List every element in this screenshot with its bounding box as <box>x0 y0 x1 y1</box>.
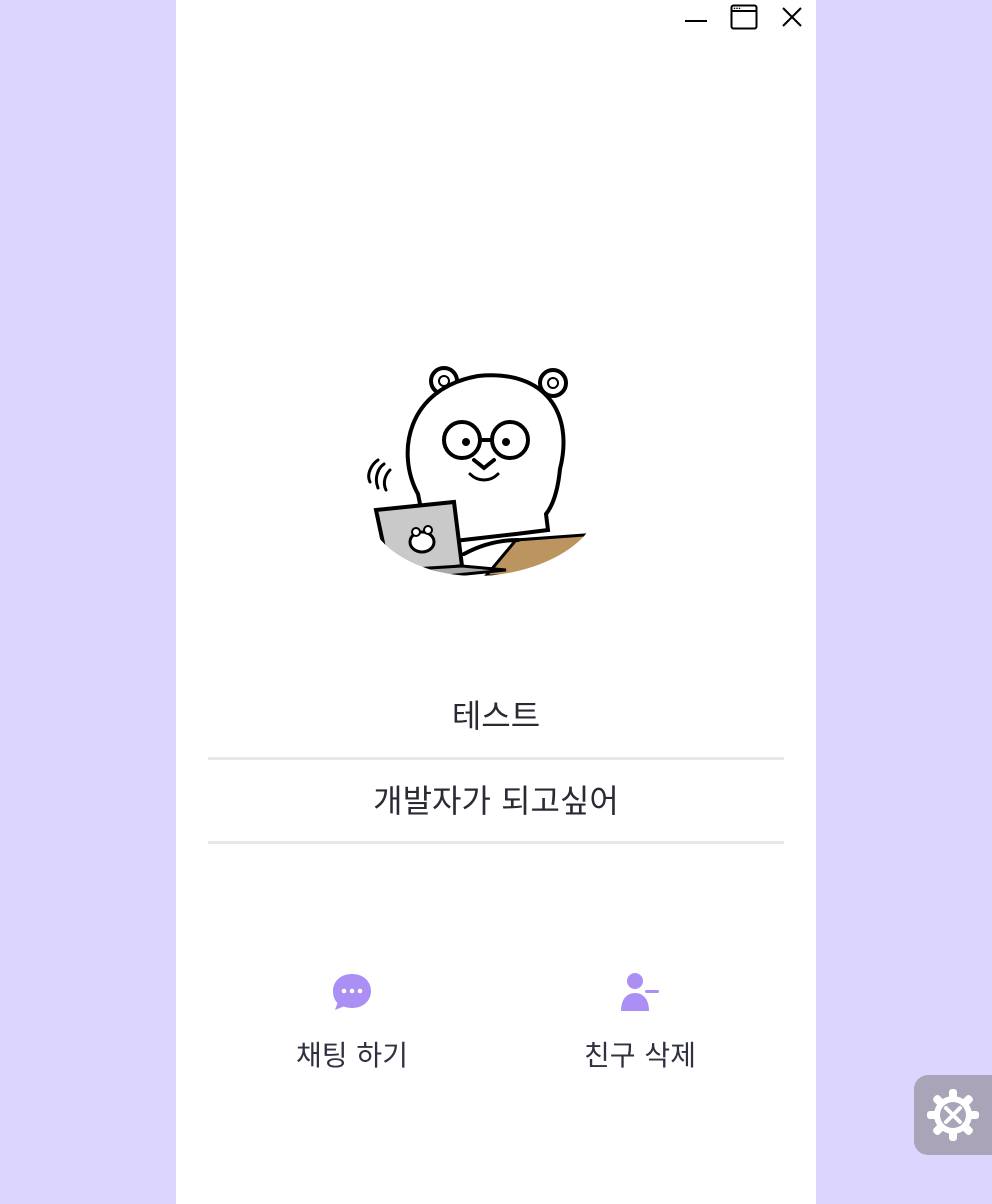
profile-window: 테스트 개발자가 되고싶어 채팅 하기 친구 삭제 <box>176 0 816 1204</box>
remove-friend-icon <box>616 968 664 1016</box>
chat-button-label: 채팅 하기 <box>296 1039 408 1072</box>
chat-button[interactable]: 채팅 하기 <box>252 968 452 1074</box>
remove-friend-label: 친구 삭제 <box>584 1039 696 1072</box>
status-divider <box>208 841 784 844</box>
close-button[interactable] <box>768 0 816 34</box>
bear-typing-laptop-avatar-icon <box>367 366 598 576</box>
chat-bubble-icon <box>328 968 376 1016</box>
window-controls <box>672 0 816 34</box>
profile-avatar <box>366 364 598 576</box>
maximize-icon <box>730 4 758 30</box>
profile-status-message: 개발자가 되고싶어 <box>373 782 619 820</box>
profile-name: 테스트 <box>451 697 541 735</box>
minimize-button[interactable] <box>672 0 720 34</box>
maximize-button[interactable] <box>720 0 768 34</box>
close-icon <box>782 7 802 27</box>
name-divider <box>208 757 784 760</box>
minimize-icon <box>685 20 707 22</box>
settings-button[interactable] <box>914 1075 992 1155</box>
settings-gear-icon <box>927 1089 979 1141</box>
remove-friend-button[interactable]: 친구 삭제 <box>540 968 740 1074</box>
